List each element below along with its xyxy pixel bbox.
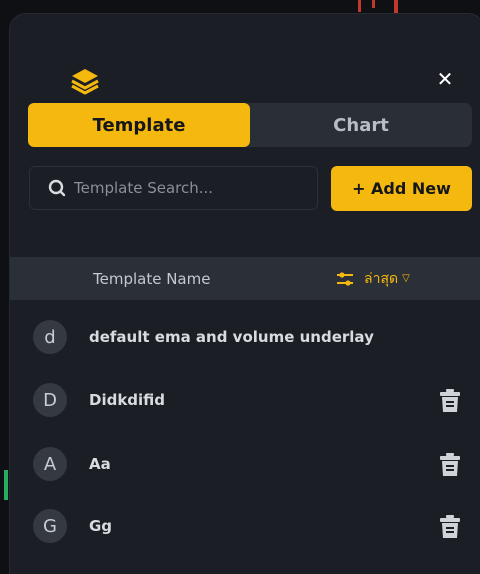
background-candle <box>372 0 375 8</box>
template-row[interactable]: d default ema and volume underlay <box>10 313 480 361</box>
avatar: D <box>33 383 67 417</box>
tab-bar: Template Chart <box>28 103 472 147</box>
search-input[interactable] <box>72 178 317 198</box>
tab-chart[interactable]: Chart <box>250 103 472 147</box>
trash-icon[interactable] <box>439 515 461 539</box>
avatar: A <box>33 447 67 481</box>
chevron-down-icon: ▽ <box>402 273 410 284</box>
column-template-name: Template Name <box>93 269 211 288</box>
trash-icon[interactable] <box>439 389 461 413</box>
sliders-icon <box>337 271 353 286</box>
background-candle <box>4 470 8 500</box>
avatar: G <box>33 509 67 543</box>
background-candle <box>358 0 361 12</box>
list-header: Template Name ล่าสุด ▽ <box>10 257 480 300</box>
layers-icon <box>71 69 99 95</box>
template-panel: ✕ Template Chart + Add New Template Name… <box>10 14 480 574</box>
search-box <box>29 166 318 210</box>
search-icon <box>48 179 66 197</box>
avatar: d <box>33 320 67 354</box>
add-new-button[interactable]: + Add New <box>331 166 472 211</box>
sort-dropdown[interactable]: ล่าสุด ▽ <box>336 268 410 290</box>
close-icon[interactable]: ✕ <box>434 68 456 90</box>
template-name: Didkdifid <box>89 391 166 409</box>
sort-label: ล่าสุด <box>364 270 399 287</box>
background-candle <box>394 0 398 14</box>
template-row[interactable]: A Aa <box>10 440 480 488</box>
template-name: default ema and volume underlay <box>89 328 374 346</box>
template-row[interactable]: D Didkdifid <box>10 376 480 424</box>
template-name: Aa <box>89 455 111 473</box>
trash-icon[interactable] <box>439 453 461 477</box>
template-name: Gg <box>89 517 113 535</box>
tab-template[interactable]: Template <box>28 103 250 147</box>
template-row[interactable]: G Gg <box>10 502 480 550</box>
